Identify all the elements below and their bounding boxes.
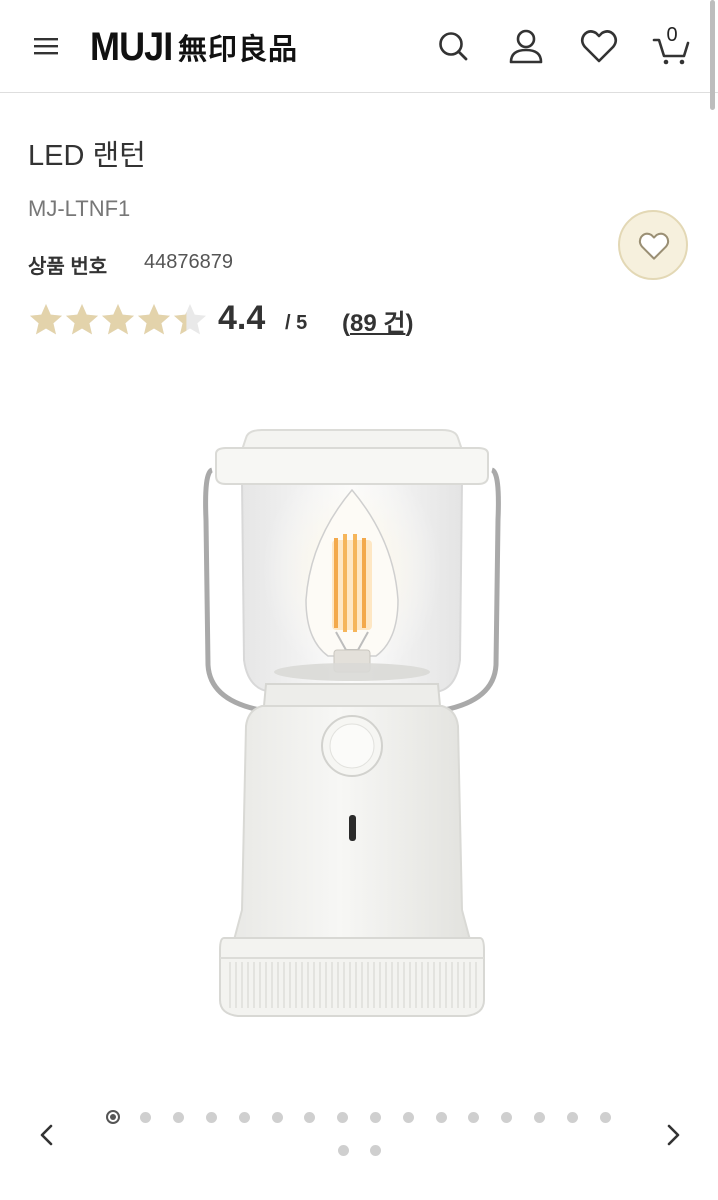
favorite-button[interactable] <box>618 210 688 280</box>
search-icon[interactable] <box>433 26 473 66</box>
review-close-paren: ) <box>405 310 414 337</box>
user-icon[interactable] <box>506 26 546 66</box>
brand-logo[interactable]: MUJI 無印良品 <box>90 24 298 70</box>
logo-text-kanji: 無印良品 <box>178 32 299 66</box>
carousel-dot[interactable] <box>337 1144 349 1156</box>
menu-icon[interactable] <box>32 32 60 60</box>
carousel-dot[interactable] <box>140 1111 152 1123</box>
review-count-link[interactable]: (89 건) <box>342 303 413 338</box>
review-count: 89 건 <box>350 310 406 337</box>
carousel-dot[interactable] <box>173 1111 185 1123</box>
carousel-dot[interactable] <box>501 1111 513 1123</box>
product-title: LED 랜턴 <box>28 140 146 172</box>
carousel-dot[interactable] <box>238 1111 250 1123</box>
carousel-dot[interactable] <box>435 1111 447 1123</box>
carousel-next-arrow-icon[interactable] <box>658 1118 688 1152</box>
carousel-dot[interactable] <box>205 1111 217 1123</box>
star-icon <box>174 304 206 335</box>
carousel-dot[interactable] <box>533 1111 545 1123</box>
carousel-dot[interactable] <box>566 1111 578 1123</box>
carousel-dot[interactable] <box>369 1111 381 1123</box>
heart-icon[interactable] <box>579 26 619 66</box>
heart-icon <box>638 232 670 260</box>
product-image-lantern[interactable] <box>150 410 570 1050</box>
rating-value: 4.4 <box>218 299 266 337</box>
product-model: MJ-LTNF1 <box>28 196 131 221</box>
star-icon <box>30 304 62 335</box>
carousel-dot[interactable] <box>337 1111 349 1123</box>
star-icon <box>138 304 170 335</box>
carousel-dot[interactable] <box>271 1111 283 1123</box>
cart-count-badge: 0 <box>666 24 678 46</box>
rating-max: / 5 <box>285 312 308 334</box>
product-number-label: 상품 번호 <box>28 256 108 278</box>
scrollbar[interactable] <box>710 0 715 110</box>
carousel-dot[interactable] <box>402 1111 414 1123</box>
top-header: MUJI 無印良品 0 <box>0 0 718 93</box>
star-icon <box>102 304 134 335</box>
carousel-dot[interactable] <box>370 1144 382 1156</box>
logo-text-latin: MUJI <box>90 24 173 69</box>
carousel-dot[interactable] <box>599 1111 611 1123</box>
cart-button[interactable]: 0 <box>652 24 692 66</box>
review-open-paren: ( <box>342 310 350 337</box>
rating-stars <box>28 302 208 338</box>
carousel-dot[interactable] <box>304 1111 316 1123</box>
carousel-dot[interactable] <box>468 1111 480 1123</box>
star-icon <box>66 304 98 335</box>
carousel-prev-arrow-icon[interactable] <box>32 1118 62 1152</box>
product-number-value: 44876879 <box>144 251 233 273</box>
carousel-dot-active[interactable] <box>106 1110 120 1124</box>
